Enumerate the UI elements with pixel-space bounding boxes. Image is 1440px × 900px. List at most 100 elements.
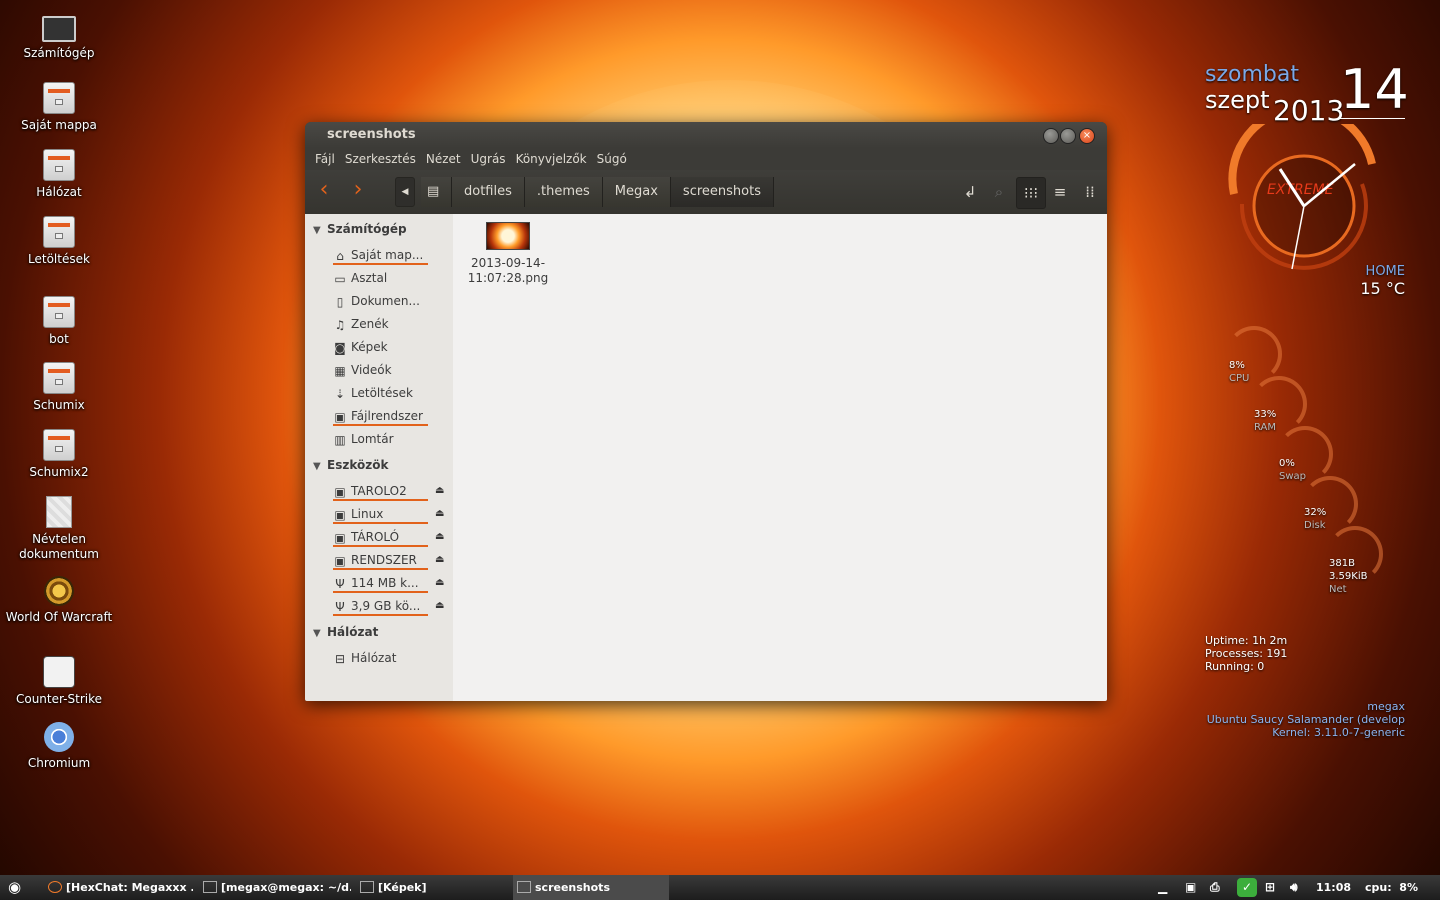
breadcrumb-dotfiles[interactable]: dotfiles — [452, 177, 525, 207]
sidebar-section-network[interactable]: ▼ Hálózat — [313, 625, 378, 639]
cpu-gauge: 8% CPU — [1229, 360, 1250, 384]
sidebar-section-computer[interactable]: ▼ Számítógép — [313, 222, 407, 236]
breadcrumb-megax[interactable]: Megax — [602, 177, 671, 207]
sidebar-item-label: Lomtár — [351, 432, 394, 446]
sidebar-item-t-rol[interactable]: ▣ TÁROLÓ — [333, 527, 428, 547]
maximize-button[interactable] — [1060, 128, 1076, 144]
sidebar-item-label: RENDSZER — [351, 553, 417, 567]
printer-icon[interactable]: ⎙ — [1210, 875, 1220, 900]
desktop-icon-chromium[interactable]: Chromium — [4, 722, 114, 771]
task-hexchat[interactable]: [HexChat: Megaxxx ... — [48, 875, 193, 900]
menu-launcher-icon[interactable]: ◉ — [8, 875, 28, 900]
sidebar-item-lomt-r[interactable]: ▥ Lomtár — [333, 429, 428, 449]
desktop-icon-label: Chromium — [27, 756, 91, 770]
sidebar-item-label: Dokumen... — [351, 294, 420, 308]
file-item[interactable]: 2013-09-14- 11:07:28.png — [463, 222, 553, 286]
window-titlebar[interactable]: screenshots × — [305, 122, 1107, 148]
task-screenshots[interactable]: screenshots — [513, 875, 669, 900]
sidebar-item-saj-t-map[interactable]: ⌂ Saját map... — [333, 245, 428, 265]
menu-bookmarks[interactable]: Könyvjelzők — [511, 152, 592, 166]
sidebar-item-3-9-gb-k[interactable]: Ψ 3,9 GB kö... — [333, 596, 428, 616]
conky-clock-icon: EXTREME — [1228, 124, 1376, 270]
sidebar-item-let-lt-sek[interactable]: ⇣ Letöltések — [333, 383, 428, 403]
forward-button[interactable]: › — [343, 177, 373, 205]
sidebar-section-devices[interactable]: ▼ Eszközök — [313, 458, 388, 472]
sidebar-item-h-l-zat[interactable]: ⊟ Hálózat — [333, 648, 428, 668]
sidebar-item-tarolo2[interactable]: ▣ TAROLO2 — [333, 481, 428, 501]
back-button[interactable]: ‹ — [309, 177, 339, 205]
desktop-icon-world-of-warcraft[interactable]: World Of Warcraft — [4, 576, 114, 625]
breadcrumb-home-icon[interactable]: ▤ — [421, 177, 452, 207]
sidebar-item-zen-k[interactable]: ♫ Zenék — [333, 314, 428, 334]
sidebar-item-linux[interactable]: ▣ Linux — [333, 504, 428, 524]
file-view[interactable]: 2013-09-14- 11:07:28.png — [453, 214, 1107, 701]
swap-gauge: 0% Swap — [1279, 458, 1307, 482]
desktop-icon-saj-t-mappa[interactable]: Saját mappa — [4, 82, 114, 133]
toolbar: ‹ › ◀ ▤ dotfiles .themes Megax screensho… — [305, 170, 1107, 214]
desktop-icon-label: Schumix2 — [29, 465, 89, 479]
sidebar-item-label: Fájlrendszer — [351, 409, 423, 423]
location-toggle-icon[interactable]: ↲ — [956, 177, 984, 207]
breadcrumb-left-arrow-icon[interactable]: ◀ — [395, 177, 415, 207]
sidebar-item-vide-k[interactable]: ▦ Videók — [333, 360, 428, 380]
document-icon — [46, 496, 72, 528]
sidebar-item-label: Letöltések — [351, 386, 413, 400]
desktop-icon-h-l-zat[interactable]: Hálózat — [4, 149, 114, 200]
usb-icon: Ψ — [335, 600, 345, 614]
icon-view-button[interactable]: ⁝⁝⁝ — [1016, 177, 1046, 209]
desktop-icon-schumix[interactable]: Schumix — [4, 362, 114, 413]
sidebar-item-label: 114 MB k... — [351, 576, 419, 590]
desktop-icon-sz-m-t-g-p[interactable]: Számítógép — [4, 16, 114, 61]
eject-icon[interactable]: ⏏ — [435, 508, 444, 519]
sidebar-item-rendszer[interactable]: ▣ RENDSZER — [333, 550, 428, 570]
file-name-line1: 2013-09-14- — [470, 256, 546, 270]
task-kepek[interactable]: [Képek] — [360, 875, 510, 900]
eject-icon[interactable]: ⏏ — [435, 554, 444, 565]
usb-icon: Ψ — [335, 577, 345, 591]
clipboard-icon[interactable]: ▣ — [1185, 875, 1196, 900]
sidebar-item-asztal[interactable]: ▭ Asztal — [333, 268, 428, 288]
clock[interactable]: 11:08 — [1316, 875, 1351, 900]
volume-icon[interactable]: 🔊︎ — [1290, 875, 1298, 900]
menu-file[interactable]: Fájl — [310, 152, 340, 166]
close-button[interactable]: × — [1079, 128, 1095, 144]
eject-icon[interactable]: ⏏ — [435, 531, 444, 542]
desktop-icon-schumix2[interactable]: Schumix2 — [4, 429, 114, 480]
desktop-icon-label: Letöltések — [28, 252, 90, 266]
desktop-icon-counter-strike[interactable]: Counter-Strike — [4, 656, 114, 707]
breadcrumb-screenshots[interactable]: screenshots — [670, 177, 774, 207]
menu-help[interactable]: Súgó — [592, 152, 632, 166]
menu-go[interactable]: Ugrás — [466, 152, 511, 166]
conky-location: HOME — [1365, 264, 1405, 279]
sidebar-item-k-pek[interactable]: ◙ Képek — [333, 337, 428, 357]
update-check-icon[interactable]: ✓ — [1237, 878, 1257, 897]
minimize-button[interactable] — [1043, 128, 1059, 144]
eject-icon[interactable]: ⏏ — [435, 600, 444, 611]
show-desktop-icon[interactable]: ▁ — [1158, 875, 1167, 900]
task-terminal[interactable]: [megax@megax: ~/d... — [203, 875, 351, 900]
eject-icon[interactable]: ⏏ — [435, 577, 444, 588]
cpu-indicator: cpu: 8% — [1365, 881, 1418, 894]
desktop-icon-n-vtelen-dokumentum[interactable]: Névtelen dokumentum — [4, 496, 114, 562]
window-title: screenshots — [327, 127, 416, 142]
sidebar-item-dokumen[interactable]: ▯ Dokumen... — [333, 291, 428, 311]
menu-view[interactable]: Nézet — [421, 152, 466, 166]
sidebar-item-f-jlrendszer[interactable]: ▣ Fájlrendszer — [333, 406, 428, 426]
search-icon[interactable]: ⌕ — [985, 177, 1013, 207]
net-gauge: 381B 3.59KiB Net — [1329, 558, 1368, 595]
desktop-icon-bot[interactable]: bot — [4, 296, 114, 347]
drive-icon: ▣ — [334, 531, 346, 545]
menu-edit[interactable]: Szerkesztés — [340, 152, 421, 166]
filesystem-icon: ▣ — [334, 410, 346, 424]
breadcrumb-themes[interactable]: .themes — [524, 177, 603, 207]
wow-icon — [44, 576, 74, 606]
sidebar-item-114-mb-k[interactable]: Ψ 114 MB k... — [333, 573, 428, 593]
list-view-button[interactable]: ≡ — [1046, 177, 1074, 207]
desktop-icon-let-lt-sek[interactable]: Letöltések — [4, 216, 114, 267]
sidebar-item-label: TAROLO2 — [351, 484, 407, 498]
conky-user-info: megax Ubuntu Saucy Salamander (develop K… — [1206, 700, 1405, 739]
network-tray-icon[interactable]: ⊞ — [1265, 875, 1275, 900]
eject-icon[interactable]: ⏏ — [435, 485, 444, 496]
compact-view-button[interactable]: ⁞⁞ — [1076, 177, 1104, 207]
sidebar-item-label: Hálózat — [351, 651, 397, 665]
